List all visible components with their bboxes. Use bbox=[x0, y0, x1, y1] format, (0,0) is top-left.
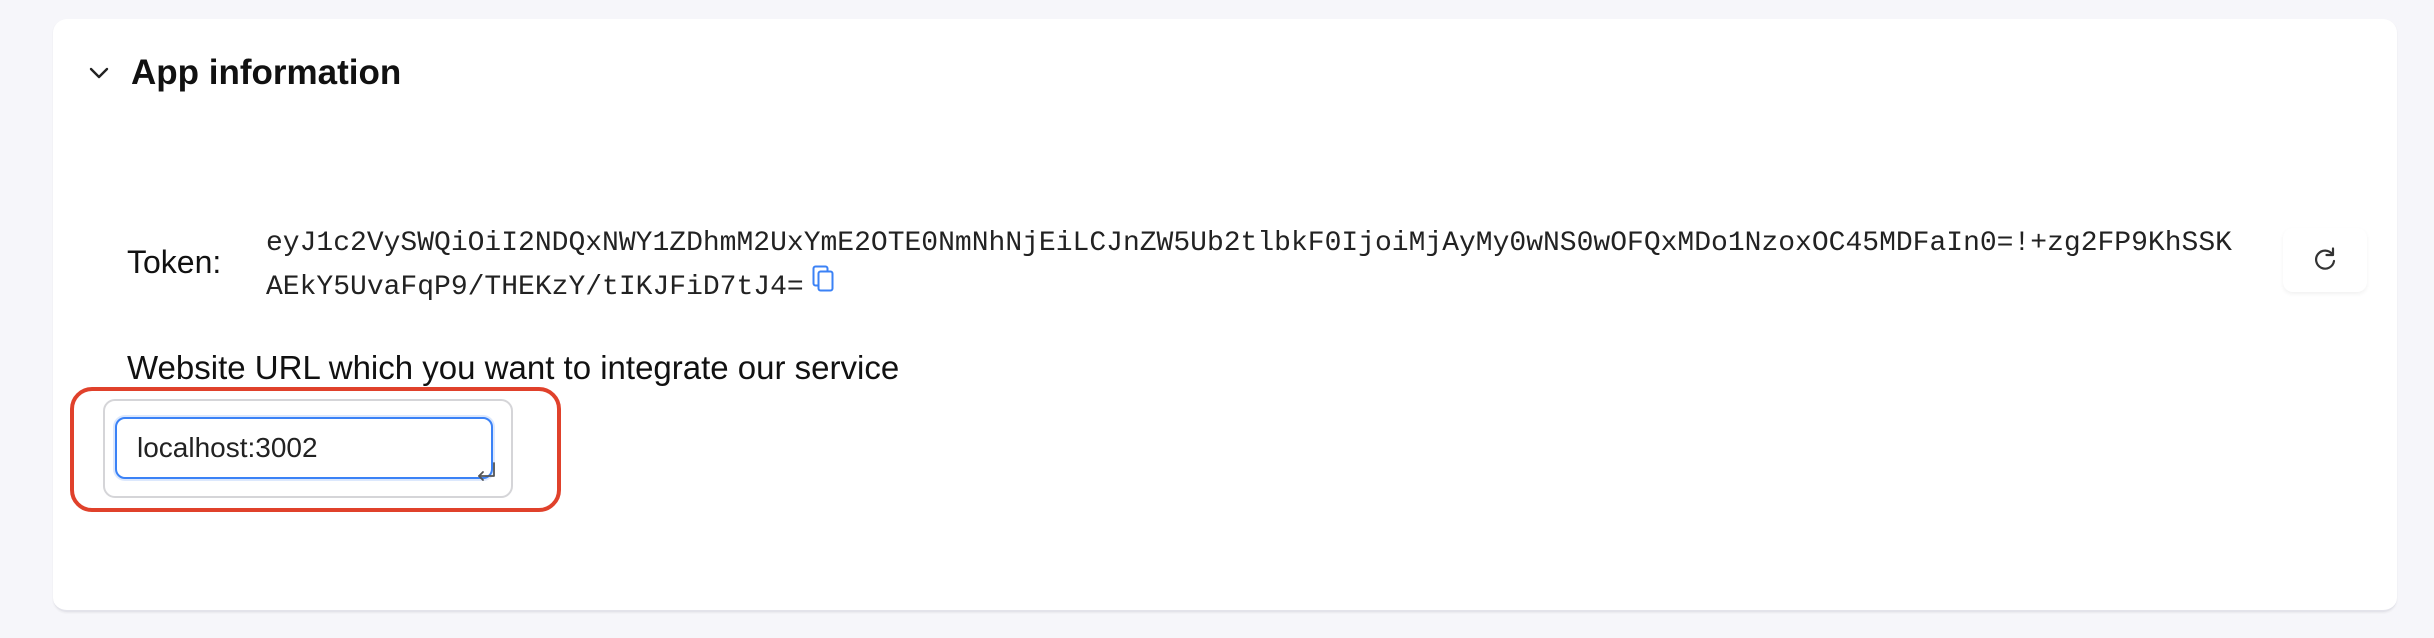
section-header: App information bbox=[85, 49, 401, 97]
website-url-label: Website URL which you want to integrate … bbox=[127, 349, 900, 386]
website-url-input[interactable] bbox=[115, 417, 493, 479]
url-input-frame bbox=[103, 399, 513, 498]
chevron-down-icon[interactable] bbox=[85, 59, 113, 87]
app-information-card: App information Token: eyJ1c2VySWQiOiI2N… bbox=[53, 19, 2397, 612]
section-title: App information bbox=[131, 53, 402, 92]
enter-icon bbox=[475, 460, 497, 482]
refresh-token-button[interactable] bbox=[2283, 228, 2367, 292]
refresh-icon bbox=[2311, 245, 2339, 276]
token-row: Token: eyJ1c2VySWQiOiI2NDQxNWY1ZDhmM2UxY… bbox=[127, 204, 2367, 324]
copy-icon[interactable] bbox=[812, 265, 834, 308]
token-value-container: eyJ1c2VySWQiOiI2NDQxNWY1ZDhmM2UxYmE2OTE0… bbox=[266, 223, 2246, 309]
token-label: Token: bbox=[127, 244, 222, 280]
token-value: eyJ1c2VySWQiOiI2NDQxNWY1ZDhmM2UxYmE2OTE0… bbox=[266, 228, 2232, 303]
